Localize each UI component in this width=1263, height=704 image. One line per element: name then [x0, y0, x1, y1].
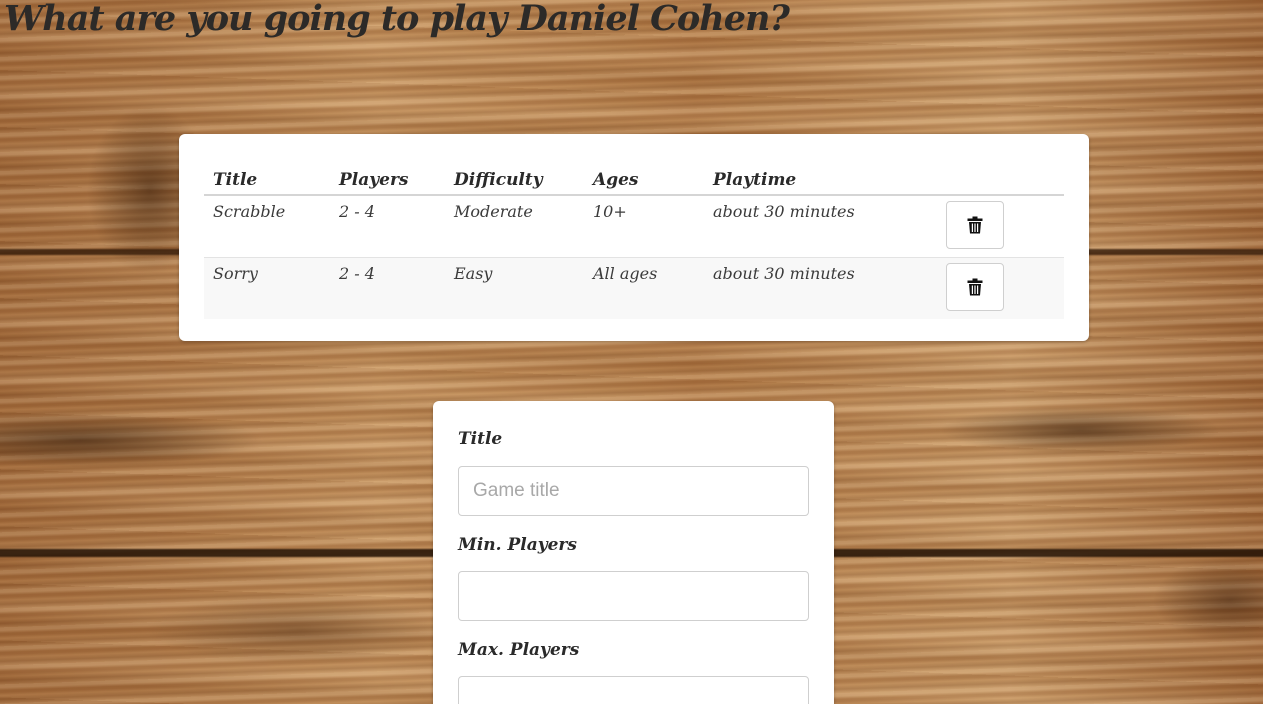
- cell-actions: [937, 194, 1064, 258]
- column-header-actions: [937, 160, 1064, 196]
- column-header-ages: Ages: [584, 160, 704, 196]
- column-header-players: Players: [330, 160, 445, 196]
- cell-players: 2 - 4: [330, 257, 445, 319]
- cell-actions: [937, 257, 1064, 319]
- title-input[interactable]: [458, 466, 809, 516]
- cell-difficulty: Moderate: [445, 194, 584, 258]
- table-row: Sorry 2 - 4 Easy All ages about 30 minut…: [204, 257, 1064, 319]
- trash-icon: [967, 278, 983, 296]
- games-table-card: Title Players Difficulty Ages Playtime S…: [179, 134, 1089, 341]
- cell-title: Scrabble: [204, 194, 330, 258]
- column-header-title: Title: [204, 160, 330, 196]
- cell-difficulty: Easy: [445, 257, 584, 319]
- games-table: Title Players Difficulty Ages Playtime S…: [204, 160, 1064, 319]
- delete-game-button[interactable]: [946, 201, 1004, 249]
- cell-ages: All ages: [584, 257, 704, 319]
- trash-icon: [967, 216, 983, 234]
- delete-game-button[interactable]: [946, 263, 1004, 311]
- min-players-input[interactable]: [458, 571, 809, 621]
- cell-ages: 10+: [584, 194, 704, 258]
- cell-playtime: about 30 minutes: [704, 194, 937, 258]
- table-row: Scrabble 2 - 4 Moderate 10+ about 30 min…: [204, 194, 1064, 258]
- max-players-label: Max. Players: [458, 640, 580, 660]
- column-header-playtime: Playtime: [704, 160, 937, 196]
- cell-players: 2 - 4: [330, 194, 445, 258]
- title-label: Title: [458, 429, 503, 449]
- max-players-input[interactable]: [458, 676, 809, 704]
- page-title: What are you going to play Daniel Cohen?: [4, 0, 790, 39]
- min-players-label: Min. Players: [458, 535, 577, 555]
- cell-playtime: about 30 minutes: [704, 257, 937, 319]
- column-header-difficulty: Difficulty: [445, 160, 584, 196]
- add-game-form: Title Min. Players Max. Players: [433, 401, 834, 704]
- table-header-row: Title Players Difficulty Ages Playtime: [204, 160, 1064, 196]
- cell-title: Sorry: [204, 257, 330, 319]
